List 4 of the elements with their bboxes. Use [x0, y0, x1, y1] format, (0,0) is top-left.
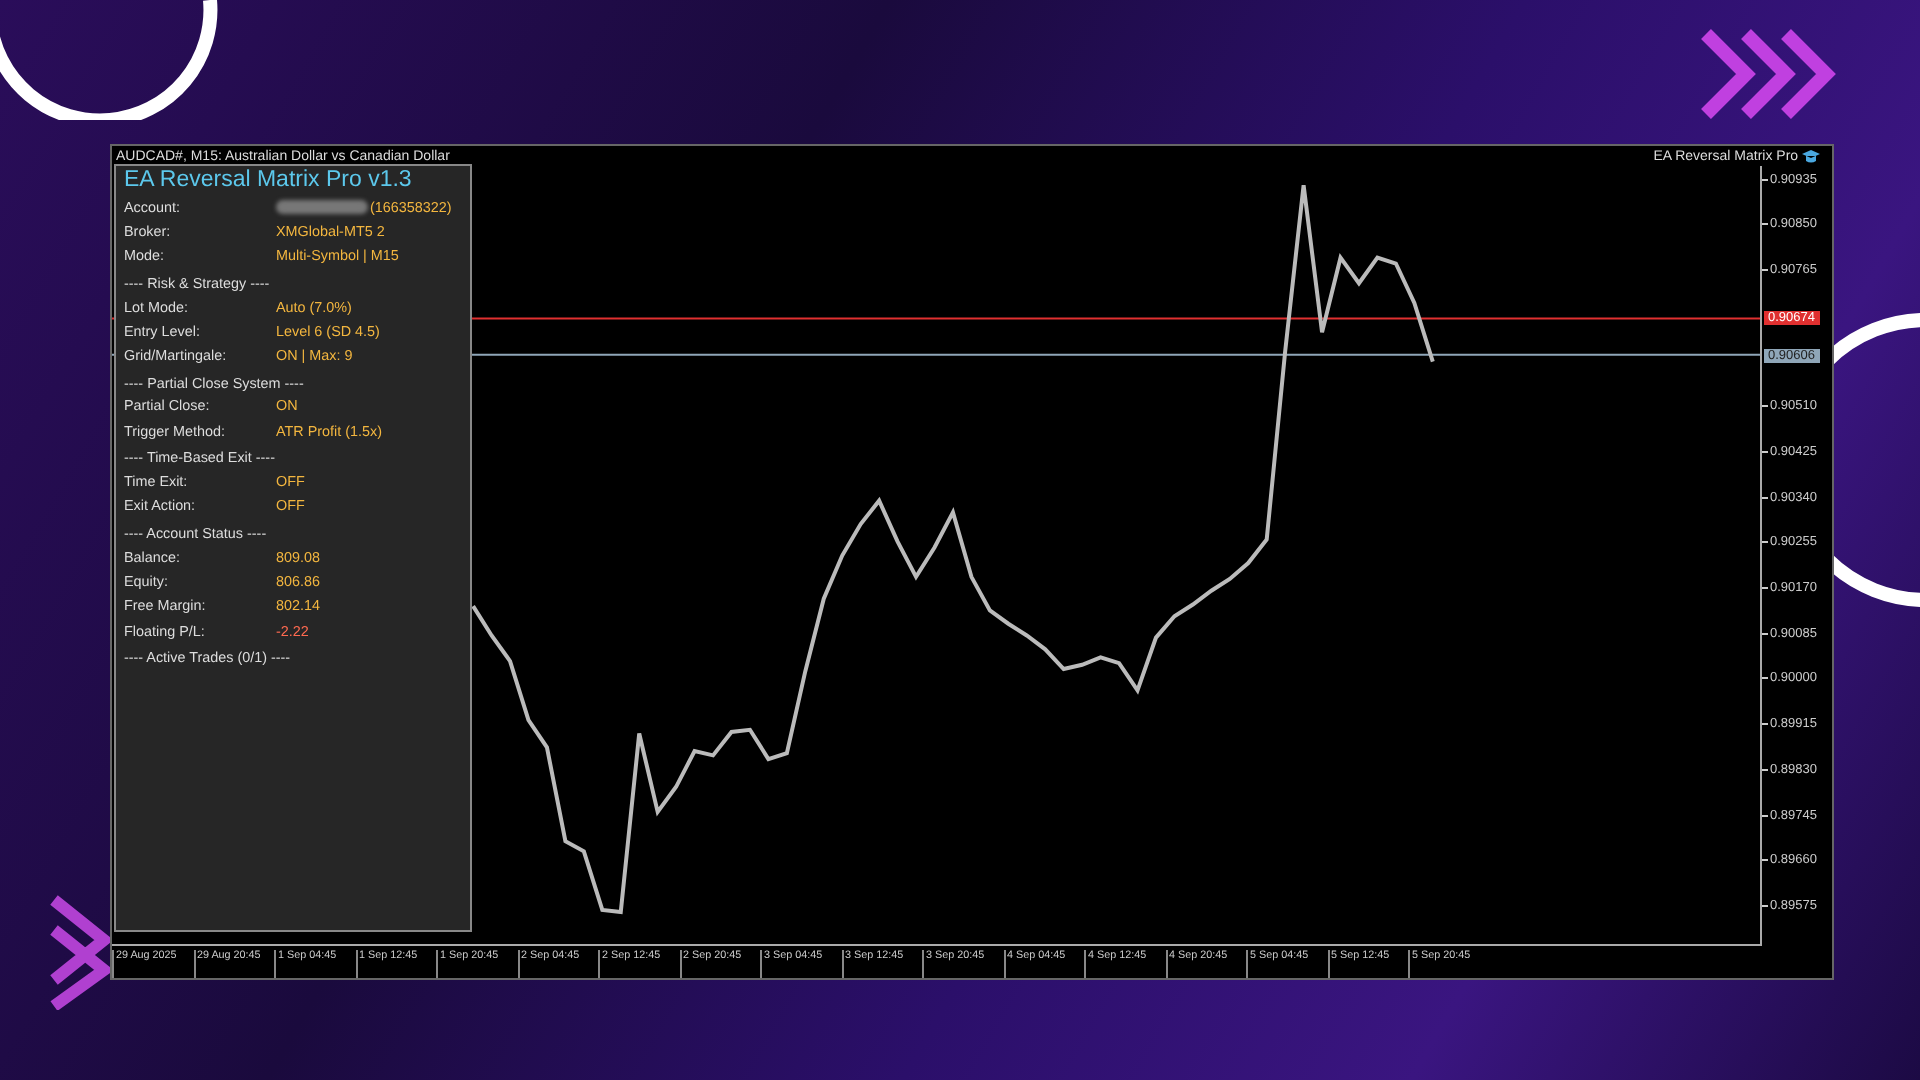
graduation-cap-icon: [1802, 148, 1820, 164]
redacted-block: [276, 199, 368, 214]
panel-title: EA Reversal Matrix Pro v1.3: [124, 168, 414, 192]
chevrons-decoration: [1696, 24, 1836, 124]
